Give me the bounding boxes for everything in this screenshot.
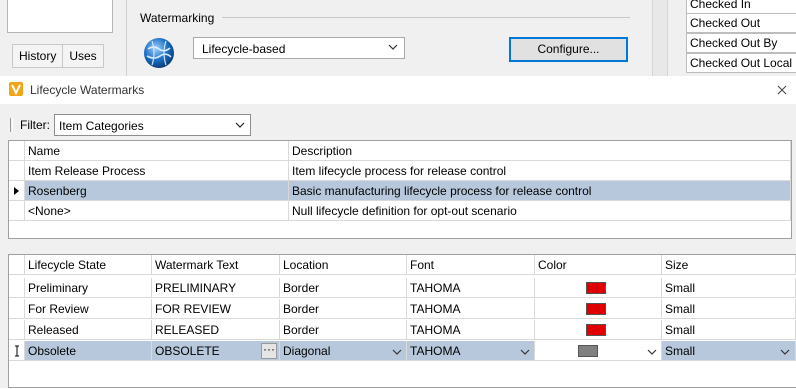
watermark-text-cell[interactable]: FOR REVIEW	[152, 299, 280, 319]
state-cell[interactable]: Obsolete	[25, 341, 152, 361]
lifecycle-name-cell[interactable]: Rosenberg	[25, 181, 289, 201]
column-header-watermark-text[interactable]: Watermark Text	[152, 255, 280, 275]
location-cell[interactable]: Border	[280, 278, 407, 298]
ellipsis-button[interactable]: ···	[261, 343, 277, 359]
row-header[interactable]	[9, 278, 25, 298]
configure-button[interactable]: Configure...	[509, 37, 628, 62]
size-value: Small	[665, 344, 696, 358]
font-cell[interactable]: TAHOMA	[407, 299, 535, 319]
location-cell[interactable]: Border	[280, 320, 407, 340]
color-cell[interactable]	[535, 341, 662, 361]
row-pointer-icon	[14, 187, 19, 195]
color-cell[interactable]	[535, 320, 662, 340]
location-cell[interactable]: Diagonal	[280, 341, 407, 361]
watermark-text-cell[interactable]: RELEASED	[152, 320, 280, 340]
lifecycle-name-cell[interactable]: <None>	[25, 201, 289, 221]
state-cell[interactable]: Released	[25, 320, 152, 340]
row-header[interactable]	[9, 181, 25, 201]
group-divider	[222, 17, 630, 18]
property-list-item[interactable]: Checked Out	[686, 13, 796, 33]
column-header-lifecycle-state[interactable]: Lifecycle State	[25, 255, 152, 275]
lifecycle-select-value: Lifecycle-based	[202, 42, 286, 56]
filter-select-value: Item Categories	[59, 119, 144, 133]
lifecycle-definitions-grid: Name Description Item Release Process It…	[8, 140, 792, 239]
font-cell[interactable]: TAHOMA	[407, 278, 535, 298]
column-header-location[interactable]: Location	[280, 255, 407, 275]
tab-uses[interactable]: Uses	[62, 44, 104, 68]
row-header[interactable]	[9, 341, 25, 361]
watermark-text-cell[interactable]: PRELIMINARY	[152, 278, 280, 298]
chevron-down-icon	[235, 122, 245, 128]
size-cell[interactable]: Small	[662, 320, 796, 340]
watermarking-group-label: Watermarking	[140, 11, 215, 25]
background-preview-pane	[7, 0, 113, 33]
lifecycle-watermark-select[interactable]: Lifecycle-based	[193, 37, 405, 59]
chevron-down-icon[interactable]	[780, 347, 790, 357]
column-header-size[interactable]: Size	[662, 255, 796, 275]
lifecycle-description-cell[interactable]: Basic manufacturing lifecycle process fo…	[289, 181, 791, 201]
row-header[interactable]	[9, 320, 25, 340]
font-cell[interactable]: TAHOMA	[407, 320, 535, 340]
background-scrollbar[interactable]	[652, 0, 668, 76]
property-list-item[interactable]: Checked Out By	[686, 33, 796, 53]
color-swatch	[586, 282, 606, 294]
filter-select[interactable]: Item Categories	[54, 114, 251, 136]
row-header[interactable]	[9, 299, 25, 319]
close-icon[interactable]	[772, 80, 792, 100]
column-header-color[interactable]: Color	[535, 255, 662, 275]
color-cell[interactable]	[535, 278, 662, 298]
toolbar-grip-icon	[10, 118, 13, 132]
size-cell[interactable]: Small	[662, 299, 796, 319]
text-cursor-icon	[15, 345, 19, 357]
color-cell[interactable]	[535, 299, 662, 319]
lifecycle-description-cell[interactable]: Item lifecycle process for release contr…	[289, 161, 791, 181]
size-cell[interactable]: Small	[662, 278, 796, 298]
column-header-description[interactable]: Description	[289, 141, 791, 161]
location-cell[interactable]: Border	[280, 299, 407, 319]
color-swatch	[586, 324, 606, 336]
color-swatch	[586, 303, 606, 315]
location-value: Diagonal	[283, 344, 331, 358]
lifecycle-states-grid: Lifecycle State Watermark Text Location …	[8, 254, 796, 388]
column-header-name[interactable]: Name	[25, 141, 289, 161]
globe-icon	[144, 38, 174, 68]
color-swatch	[578, 345, 598, 357]
font-cell[interactable]: TAHOMA	[407, 341, 535, 361]
lifecycle-name-cell[interactable]: Item Release Process	[25, 161, 289, 181]
background-tab-strip: History Uses	[12, 44, 104, 68]
size-cell[interactable]: Small	[662, 341, 796, 361]
font-value: TAHOMA	[410, 344, 461, 358]
vault-logo-icon	[9, 82, 23, 96]
state-cell[interactable]: Preliminary	[25, 278, 152, 298]
dialog-title: Lifecycle Watermarks	[30, 83, 145, 97]
chevron-down-icon[interactable]	[647, 347, 657, 357]
lifecycle-description-cell[interactable]: Null lifecycle definition for opt-out sc…	[289, 201, 791, 221]
tab-history[interactable]: History	[12, 44, 64, 68]
chevron-down-icon[interactable]	[392, 347, 402, 357]
row-header[interactable]	[9, 161, 25, 181]
watermark-text-value: OBSOLETE	[155, 344, 220, 358]
state-cell[interactable]: For Review	[25, 299, 152, 319]
property-list-item[interactable]: Checked Out Local S	[686, 53, 796, 73]
chevron-down-icon	[388, 44, 398, 50]
row-header-corner	[9, 141, 25, 161]
property-list-item[interactable]: Checked In	[686, 0, 796, 14]
column-header-font[interactable]: Font	[407, 255, 535, 275]
chevron-down-icon[interactable]	[520, 347, 530, 357]
filter-label: Filter:	[20, 118, 50, 132]
row-header-corner	[9, 255, 25, 275]
row-header[interactable]	[9, 201, 25, 221]
watermark-text-cell[interactable]: OBSOLETE ···	[152, 341, 280, 361]
